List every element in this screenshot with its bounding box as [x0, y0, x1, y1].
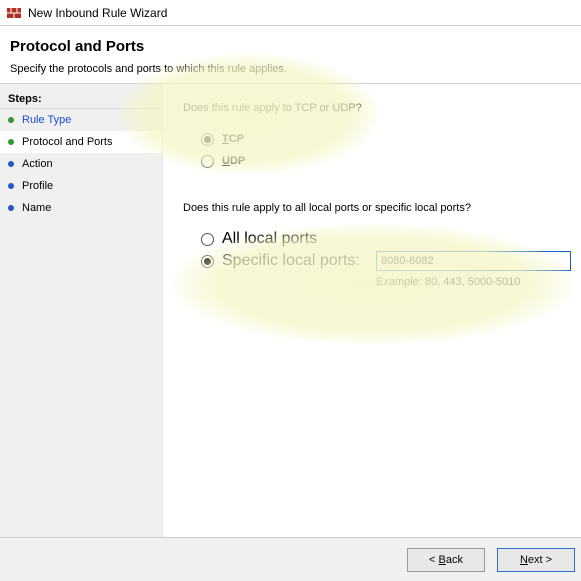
radio-label: All local ports [222, 230, 317, 248]
radio-all-local-ports[interactable]: All local ports [183, 228, 571, 250]
radio-label: UDP [222, 155, 245, 167]
bullet-icon [8, 161, 14, 167]
ports-example-text: Example: 80, 443, 5000-5010 [376, 276, 571, 288]
ports-radio-group: All local ports Specific local ports: Ex… [183, 228, 571, 288]
step-label: Name [22, 202, 51, 214]
next-button[interactable]: Next > [497, 548, 575, 572]
specific-ports-input[interactable] [376, 251, 571, 271]
bullet-icon [8, 183, 14, 189]
step-action[interactable]: Action [0, 153, 162, 175]
radio-udp[interactable]: UDP [201, 150, 571, 172]
step-rule-type[interactable]: Rule Type [0, 109, 162, 131]
step-profile[interactable]: Profile [0, 175, 162, 197]
steps-heading: Steps: [0, 90, 162, 109]
page-subtitle: Specify the protocols and ports to which… [10, 63, 571, 75]
ports-question: Does this rule apply to all local ports … [183, 202, 571, 214]
titlebar: New Inbound Rule Wizard [0, 0, 581, 26]
radio-icon [201, 133, 214, 146]
steps-sidebar: Steps: Rule Type Protocol and Ports Acti… [0, 84, 163, 537]
bullet-icon [8, 205, 14, 211]
step-label: Protocol and Ports [22, 136, 113, 148]
wizard-footer: < Back Next > [0, 537, 581, 581]
radio-specific-local-ports[interactable]: Specific local ports: [183, 250, 571, 272]
radio-label: TCP [222, 133, 244, 145]
radio-icon [201, 233, 214, 246]
step-label: Action [22, 158, 53, 170]
radio-label: Specific local ports: [222, 252, 360, 270]
window-title: New Inbound Rule Wizard [28, 6, 167, 20]
step-protocol-and-ports[interactable]: Protocol and Ports [0, 131, 162, 153]
page-header: Protocol and Ports Specify the protocols… [0, 26, 581, 84]
protocol-radio-group: TCP UDP [201, 128, 571, 172]
wizard-body: Steps: Rule Type Protocol and Ports Acti… [0, 84, 581, 537]
radio-icon [201, 255, 214, 268]
step-label: Rule Type [22, 114, 71, 126]
radio-icon [201, 155, 214, 168]
step-name[interactable]: Name [0, 197, 162, 219]
page-title: Protocol and Ports [10, 38, 571, 55]
step-label: Profile [22, 180, 53, 192]
firewall-icon [6, 5, 22, 21]
radio-tcp[interactable]: TCP [201, 128, 571, 150]
back-button[interactable]: < Back [407, 548, 485, 572]
content-panel: Does this rule apply to TCP or UDP? TCP … [163, 84, 581, 537]
protocol-question: Does this rule apply to TCP or UDP? [183, 102, 571, 114]
bullet-icon [8, 117, 14, 123]
bullet-icon [8, 139, 14, 145]
